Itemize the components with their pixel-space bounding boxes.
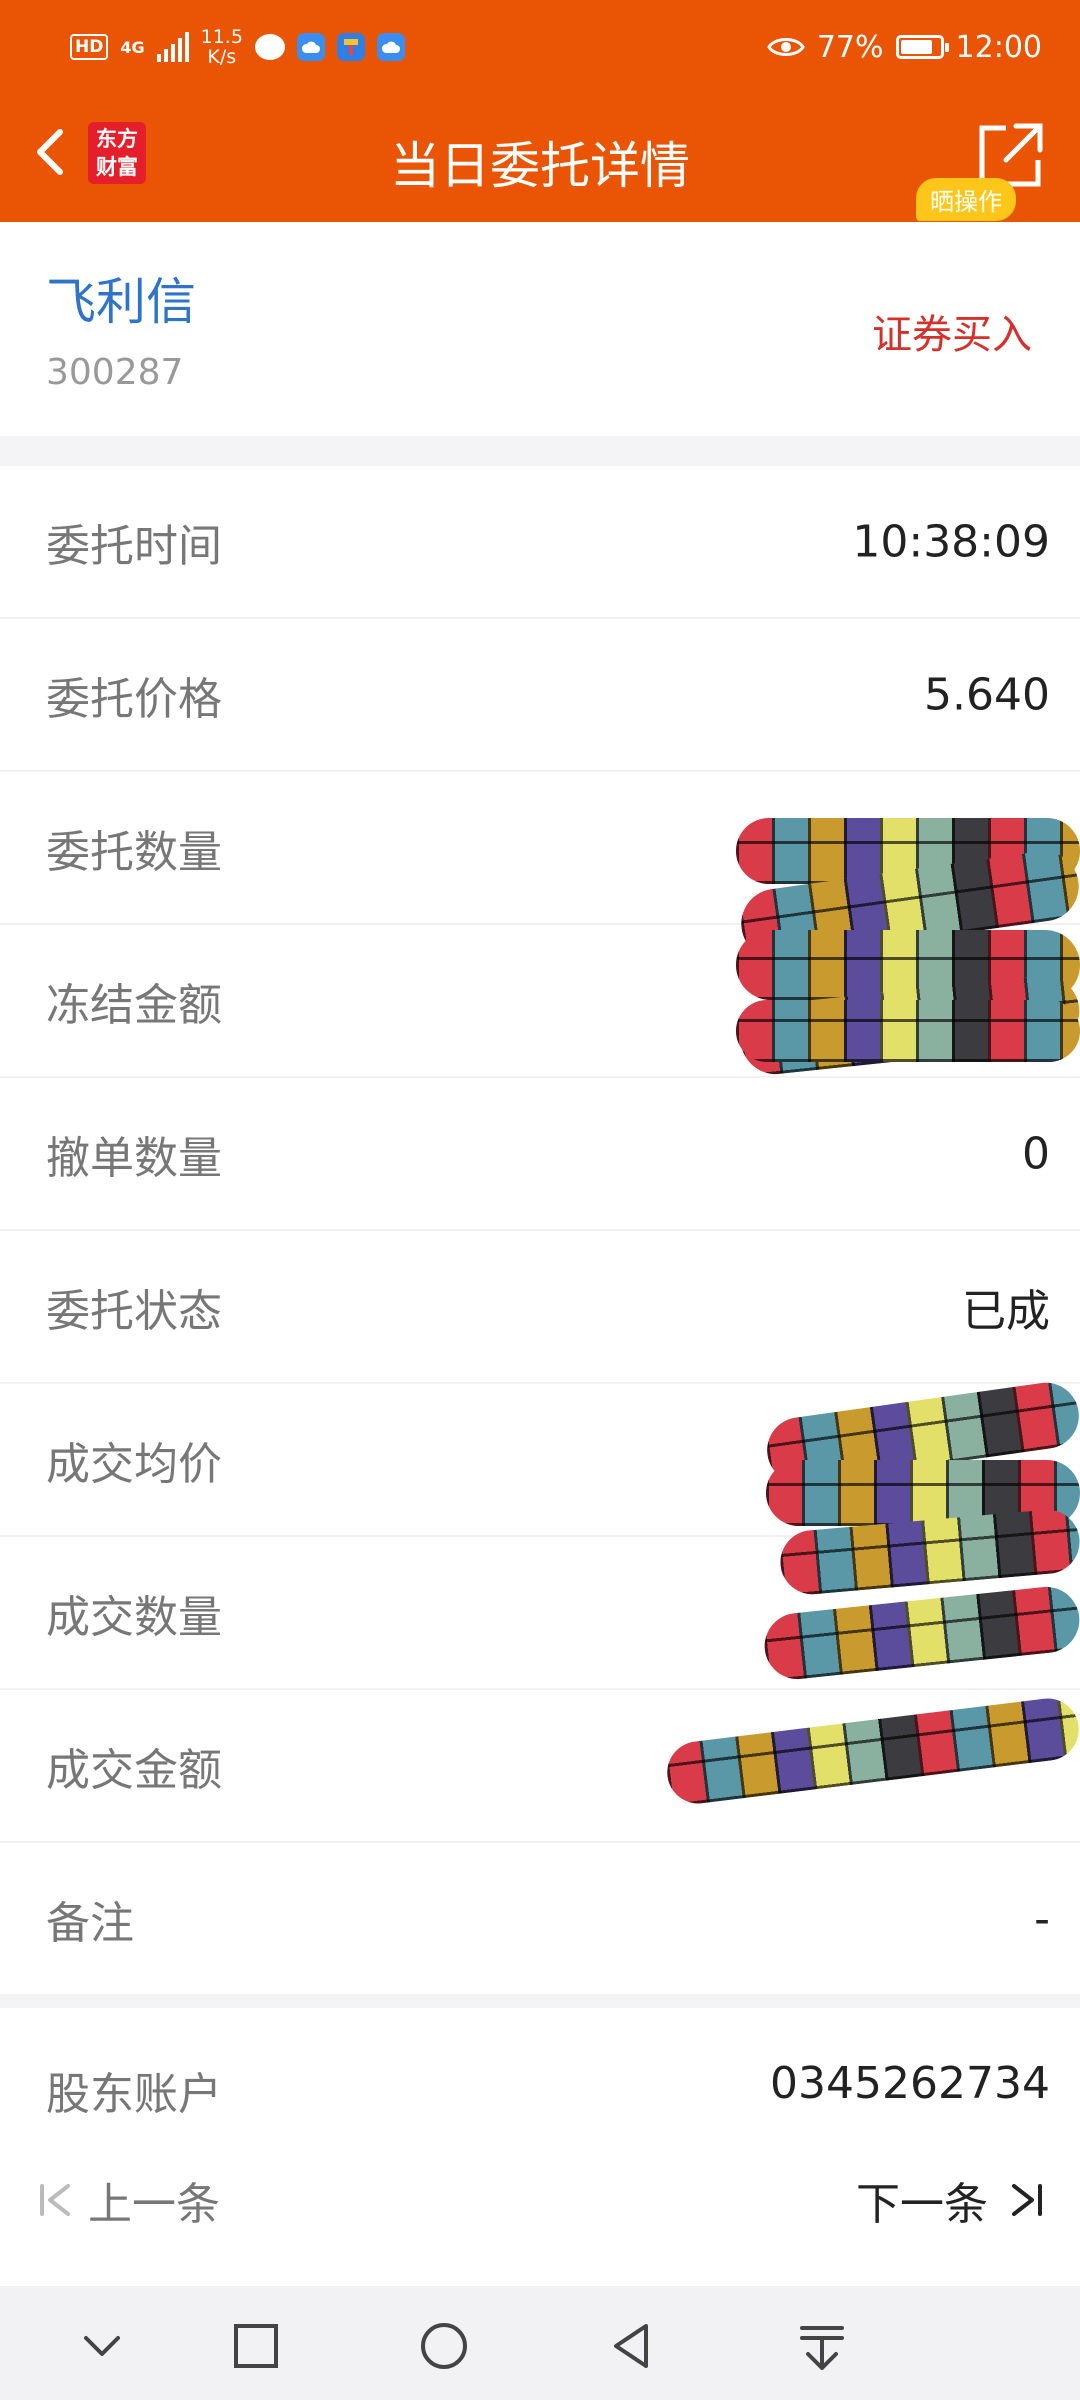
row-label: 成交均价 [46,1438,222,1490]
system-nav-bar [0,2286,1080,2400]
next-button[interactable]: 下一条 [856,2168,1046,2232]
row-label: 委托状态 [46,1285,222,1337]
row-label: 委托时间 [46,520,222,572]
network-speed: 11.5 K/s [201,27,243,67]
nav-bar: 东方 财富 当日委托详情 晒操作 [0,92,1080,222]
clock: 12:00 [955,29,1042,65]
row-value: 已成 [962,1285,1050,1337]
detail-row-order-status: 委托状态 已成 [0,1231,1080,1384]
skip-prev-icon [40,2184,70,2216]
cloud-app-icon [296,33,325,61]
row-label: 撤单数量 [46,1132,222,1184]
speed-unit: K/s [207,46,237,68]
paint-app-icon [336,33,365,61]
account-value: 0345262734 [770,2058,1050,2109]
notification-pull-icon[interactable] [792,2316,852,2376]
row-label: 冻结金额 [46,979,222,1031]
battery-percent: 77% [816,29,884,65]
row-label: 成交数量 [46,1591,222,1643]
battery-icon [895,35,949,59]
row-value: - [1034,1893,1050,1944]
row-label: 委托价格 [46,673,222,725]
account-label: 股东账户 [46,2069,222,2120]
back-triangle-icon[interactable] [602,2316,662,2376]
row-value: 0 [1022,1128,1050,1179]
network-type: 4G [120,37,145,57]
stock-code: 300287 [46,352,184,393]
stock-info-card: 飞利信 300287 证券买入 [0,222,1080,436]
detail-row-order-price: 委托价格 5.640 [0,619,1080,772]
status-bar: HD 4G 11.5 K/s 77% 12:00 [0,0,1080,92]
prev-label: 上一条 [88,2179,220,2230]
trade-type: 证券买入 [872,312,1032,358]
account-section: 股东账户 0345262734 上一条 下一条 [0,2008,1080,2286]
row-label: 成交金额 [46,1744,222,1796]
hd-icon: HD [70,34,109,60]
row-label: 备注 [46,1897,134,1949]
detail-row-remark: 备注 - [0,1843,1080,1994]
recent-apps-icon[interactable] [226,2316,286,2376]
message-icon [254,34,285,60]
row-value: 5.640 [924,669,1050,720]
prev-button[interactable]: 上一条 [36,2168,220,2232]
signal-icon [156,32,189,62]
row-label: 委托数量 [46,826,222,878]
detail-row-cancel-quantity: 撤单数量 0 [0,1078,1080,1231]
skip-next-icon [1012,2184,1042,2216]
app-header-bar: HD 4G 11.5 K/s 77% 12:00 东方 财富 当日委托详情 晒操作 [0,0,1080,222]
detail-row-order-time: 委托时间 10:38:09 [0,466,1080,619]
next-label: 下一条 [856,2179,988,2230]
row-value: 10:38:09 [852,516,1050,567]
stock-name[interactable]: 飞利信 [46,262,196,334]
cloud-app-icon-2 [376,33,405,61]
home-icon[interactable] [414,2316,474,2376]
eye-icon [767,38,805,56]
share-badge[interactable]: 晒操作 [916,178,1016,221]
chevron-down-icon[interactable] [72,2316,132,2376]
redaction-mosaic [736,1000,1080,1062]
speed-value: 11.5 [200,26,243,48]
